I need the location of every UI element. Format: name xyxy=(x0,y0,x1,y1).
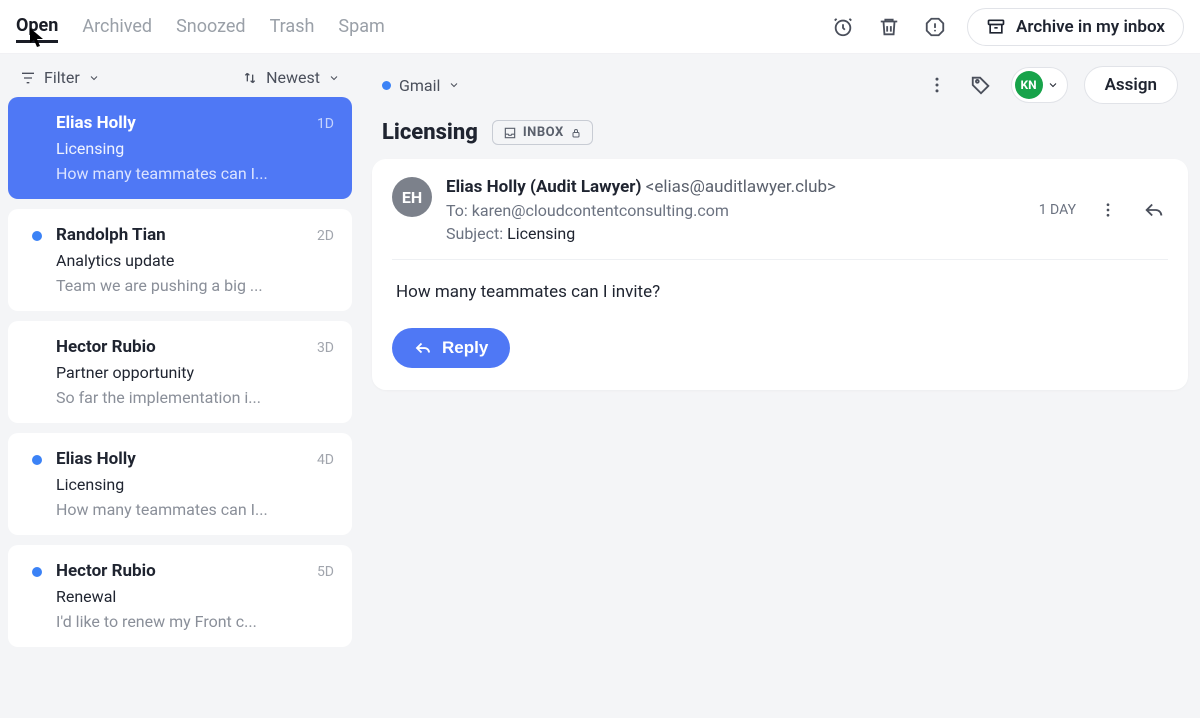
list-item[interactable]: Elias Holly 4D Licensing How many teammat… xyxy=(8,433,352,535)
thread-title: Licensing xyxy=(382,120,478,145)
source-label: Gmail xyxy=(399,76,440,95)
message-meta: Elias Holly (Audit Lawyer) <elias@auditl… xyxy=(446,177,1025,243)
tab-archived[interactable]: Archived xyxy=(82,12,152,41)
preview: I'd like to renew my Front c... xyxy=(56,612,334,631)
conversation-pane: Filter Newest Elias Holly 1D Licensing xyxy=(0,54,360,718)
preview: How many teammates can I... xyxy=(56,164,334,183)
age: 2D xyxy=(317,228,334,244)
filter-icon xyxy=(20,70,36,86)
subject: Licensing xyxy=(56,139,334,158)
sender: Elias Holly xyxy=(56,113,136,133)
subject: Partner opportunity xyxy=(56,363,334,382)
subject: Licensing xyxy=(56,475,334,494)
chevron-down-icon xyxy=(1047,79,1059,91)
source-dot-icon xyxy=(382,81,391,90)
top-bar: Open Archived Snoozed Trash Spam Archive… xyxy=(0,0,1200,54)
tag-icon[interactable] xyxy=(967,71,995,99)
from-line: Elias Holly (Audit Lawyer) <elias@auditl… xyxy=(446,177,1025,197)
inbox-icon xyxy=(503,126,517,140)
from-name: Elias Holly (Audit Lawyer) xyxy=(446,177,641,197)
tab-open[interactable]: Open xyxy=(16,11,58,43)
detail-toolbar: Gmail KN Assign xyxy=(372,54,1188,112)
unread-dot xyxy=(32,567,42,577)
sender: Randolph Tian xyxy=(56,225,166,245)
sender: Elias Holly xyxy=(56,449,136,469)
subject-label: Subject: xyxy=(446,224,503,243)
assignee-avatar: KN xyxy=(1015,71,1043,99)
main: Filter Newest Elias Holly 1D Licensing xyxy=(0,54,1200,718)
list-item[interactable]: Hector Rubio 5D Renewal I'd like to renew… xyxy=(8,545,352,647)
sort-button[interactable]: Newest xyxy=(242,68,340,87)
sort-icon xyxy=(242,70,258,86)
archive-icon xyxy=(986,17,1006,37)
to-label: To: xyxy=(446,201,468,220)
chevron-down-icon xyxy=(88,72,100,84)
more-icon[interactable] xyxy=(923,71,951,99)
list-item[interactable]: Elias Holly 1D Licensing How many teammat… xyxy=(8,97,352,199)
unread-dot xyxy=(32,455,42,465)
sort-label: Newest xyxy=(266,68,320,87)
tab-trash[interactable]: Trash xyxy=(270,12,315,41)
preview: How many teammates can I... xyxy=(56,500,334,519)
topbar-actions: Archive in my inbox xyxy=(829,8,1184,46)
thread-header: Licensing INBOX xyxy=(372,112,1188,159)
list-item[interactable]: Randolph Tian 2D Analytics update Team we… xyxy=(8,209,352,311)
chevron-down-icon xyxy=(328,72,340,84)
assignee-picker[interactable]: KN xyxy=(1011,67,1068,103)
subject-value: Licensing xyxy=(507,224,575,243)
source-selector[interactable]: Gmail xyxy=(382,76,460,95)
message-body: How many teammates can I invite? xyxy=(392,260,1168,310)
sender-avatar: EH xyxy=(392,177,432,217)
age: 4D xyxy=(317,452,334,468)
reply-arrow-icon[interactable] xyxy=(1140,196,1168,224)
preview: Team we are pushing a big ... xyxy=(56,276,334,295)
trash-icon[interactable] xyxy=(875,13,903,41)
to-line: To: karen@cloudcontentconsulting.com xyxy=(446,201,1025,220)
inbox-chip-label: INBOX xyxy=(523,125,564,140)
reply-button[interactable]: Reply xyxy=(392,328,510,368)
archive-button[interactable]: Archive in my inbox xyxy=(967,8,1184,46)
tab-spam[interactable]: Spam xyxy=(338,12,384,41)
reply-icon xyxy=(414,339,432,357)
filter-button[interactable]: Filter xyxy=(20,68,100,87)
more-icon[interactable] xyxy=(1094,196,1122,224)
message-age: 1 DAY xyxy=(1039,202,1076,218)
preview: So far the implementation i... xyxy=(56,388,334,407)
subject-line: Subject: Licensing xyxy=(446,224,1025,243)
lock-icon xyxy=(570,127,582,139)
age: 5D xyxy=(317,564,334,580)
age: 1D xyxy=(317,116,334,132)
archive-button-label: Archive in my inbox xyxy=(1016,17,1165,37)
inbox-chip[interactable]: INBOX xyxy=(492,120,593,145)
detail-actions: KN Assign xyxy=(923,66,1178,104)
subject: Analytics update xyxy=(56,251,334,270)
assign-button[interactable]: Assign xyxy=(1084,66,1178,104)
reply-button-label: Reply xyxy=(442,338,488,358)
message-card: EH Elias Holly (Audit Lawyer) <elias@aud… xyxy=(372,159,1188,390)
from-address: <elias@auditlawyer.club> xyxy=(646,177,836,197)
list-item[interactable]: Hector Rubio 3D Partner opportunity So fa… xyxy=(8,321,352,423)
reply-row: Reply xyxy=(392,310,1168,368)
list-controls: Filter Newest xyxy=(0,54,360,97)
chevron-down-icon xyxy=(448,79,460,91)
sender: Hector Rubio xyxy=(56,561,156,581)
message-header: EH Elias Holly (Audit Lawyer) <elias@aud… xyxy=(392,177,1168,260)
age: 3D xyxy=(317,340,334,356)
top-tabs: Open Archived Snoozed Trash Spam xyxy=(16,11,385,43)
conversation-list: Elias Holly 1D Licensing How many teammat… xyxy=(0,97,360,647)
message-controls: 1 DAY xyxy=(1039,177,1168,243)
spam-icon[interactable] xyxy=(921,13,949,41)
filter-label: Filter xyxy=(44,68,80,87)
snooze-icon[interactable] xyxy=(829,13,857,41)
to-value: karen@cloudcontentconsulting.com xyxy=(472,201,729,220)
subject: Renewal xyxy=(56,587,334,606)
detail-pane: Gmail KN Assign Licensing xyxy=(360,54,1200,718)
sender: Hector Rubio xyxy=(56,337,156,357)
unread-dot xyxy=(32,231,42,241)
tab-snoozed[interactable]: Snoozed xyxy=(176,12,246,41)
